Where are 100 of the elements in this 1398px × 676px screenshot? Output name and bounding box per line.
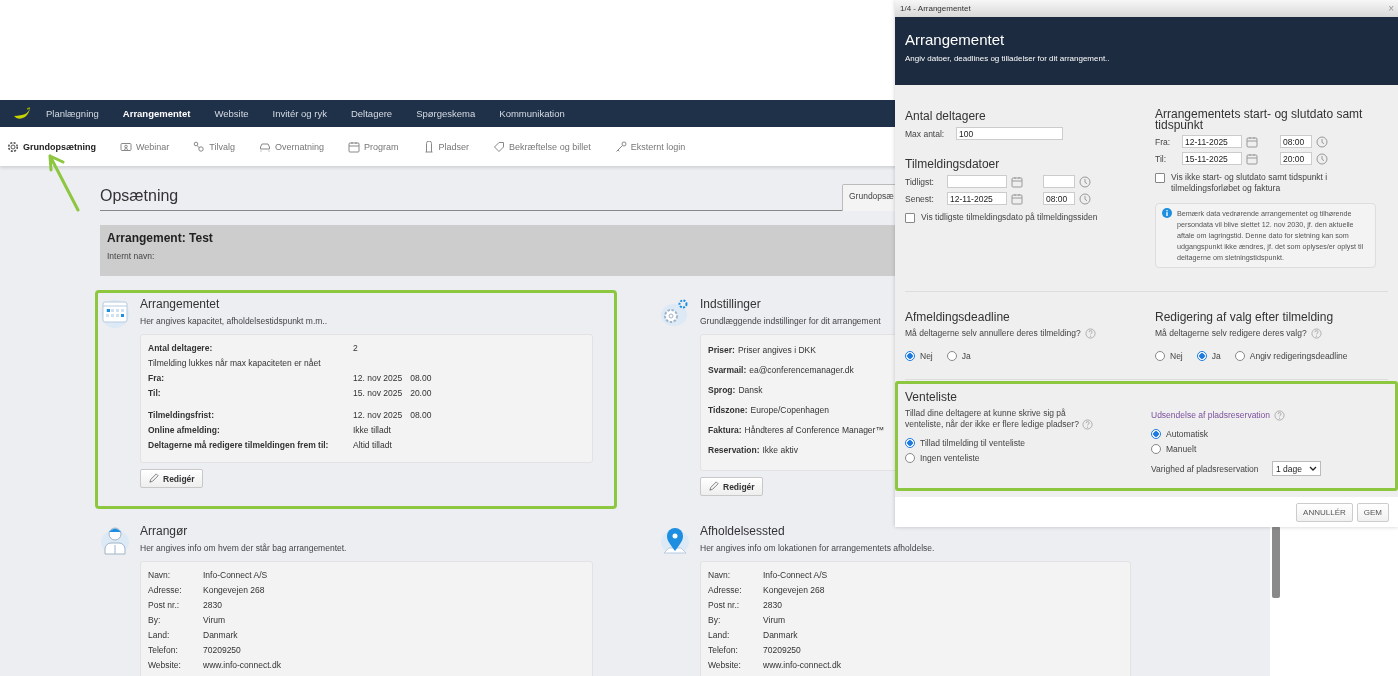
field-value: Virum <box>203 614 227 625</box>
duration-select[interactable]: 1 dage <box>1272 461 1321 476</box>
field-label: Tidligst: <box>905 176 935 187</box>
field-value: Priser angives i DKK <box>737 345 816 355</box>
subnav-item[interactable]: Grundopsætning <box>7 140 96 153</box>
subnav-item[interactable]: Webinar <box>120 140 170 153</box>
field-label: By: <box>708 614 722 625</box>
note-text: Tilmelding lukkes når max kapaciteten er nået <box>148 357 322 368</box>
checkbox[interactable]: Vis tidligste tilmeldingsdato på tilmeldingssiden <box>905 212 1155 223</box>
calendar-icon[interactable] <box>1011 175 1023 188</box>
question-text: Tillad dine deltagere at kunne skrive sig på venteliste, når der ikke er flere ledige pladser? <box>905 408 1079 429</box>
time-field[interactable] <box>1043 175 1075 188</box>
date-field[interactable]: 15-11-2025 <box>1182 152 1242 165</box>
field-label: Faktura: <box>708 425 742 435</box>
clock-icon[interactable] <box>1079 175 1091 188</box>
nav-item[interactable]: Deltagere <box>350 108 393 119</box>
field-value: 12. nov 2025 <box>353 409 403 420</box>
card-subtitle: Her angives info om hvem der står bag arrangementet. <box>140 543 347 553</box>
section-heading: Arrangementets start- og slutdato samt tidspunkt <box>1155 109 1364 131</box>
clock-icon[interactable] <box>1079 192 1091 205</box>
reservation-link[interactable]: Udsendelse af pladsreservation <box>1151 410 1271 421</box>
field-value: Europe/Copenhagen <box>750 405 829 415</box>
card-title: Indstillinger <box>700 297 761 311</box>
clock-icon[interactable] <box>1316 152 1328 165</box>
nav-item[interactable]: Invitér og ryk <box>272 108 327 119</box>
dialog-subtitle: Angiv datoer, deadlines og tilladelser for dit arrangement.. <box>905 54 1111 63</box>
field-value: Altid tilladt <box>353 439 392 450</box>
field-label: Senest: <box>905 193 935 204</box>
field-value: Ikke tilladt <box>353 424 391 435</box>
nav-item[interactable]: Spørgeskema <box>416 108 476 119</box>
radio-option[interactable]: Ja <box>946 351 971 361</box>
field-label: Svarmail: <box>708 365 747 375</box>
time-field[interactable]: 08:00 <box>1280 135 1312 148</box>
field-label: Land: <box>148 629 171 640</box>
field-label: Adresse: <box>708 584 743 595</box>
radio-option[interactable]: Manuelt <box>1151 444 1388 454</box>
card-subtitle: Her angives kapacitet, afholdelsestidspunkt m.m.. <box>140 316 328 326</box>
field-value: www.info-connect.dk <box>763 659 842 670</box>
help-icon <box>1081 419 1093 431</box>
radio-option[interactable]: Nej <box>1155 351 1183 361</box>
nav-item[interactable]: Kommunikation <box>499 108 565 119</box>
time-field[interactable]: 20:00 <box>1280 152 1312 165</box>
help-icon <box>1084 328 1096 339</box>
field-label: Til: <box>148 387 162 398</box>
person-icon <box>100 524 130 556</box>
field-label: Fra: <box>148 372 166 383</box>
subnav-item[interactable]: Tilvalg <box>193 140 236 153</box>
calendar-icon[interactable] <box>1011 192 1023 205</box>
field-value: Danmark <box>203 629 239 640</box>
field-label: Navn: <box>148 569 172 580</box>
pencil-icon <box>148 473 159 484</box>
subnav-item[interactable]: Eksternt login <box>614 140 686 153</box>
radio-option[interactable]: Ingen venteliste <box>905 453 1151 464</box>
date-field[interactable]: 12-11-2025 <box>947 192 1007 205</box>
field-value: Håndteres af Conference Manager™ <box>744 425 884 435</box>
field-label: Adresse: <box>148 584 183 595</box>
subnav-item[interactable]: Bekræftelse og billet <box>493 140 591 153</box>
page-title: Opsætning <box>100 187 842 211</box>
date-field[interactable] <box>947 175 1007 188</box>
field-label: Navn: <box>708 569 732 580</box>
radio-option[interactable]: Automatisk <box>1151 429 1388 439</box>
time-field[interactable]: 08:00 <box>1043 192 1075 205</box>
edit-button[interactable]: Redigér <box>700 477 763 496</box>
radio-option[interactable]: Nej <box>905 351 933 361</box>
subnav-item[interactable]: Overnatning <box>259 140 325 153</box>
radio-option[interactable]: Angiv redigeringsdeadline <box>1234 351 1348 361</box>
field-value: Ikke aktiv <box>762 445 798 455</box>
date-field[interactable]: 12-11-2025 <box>1182 135 1242 148</box>
dialog-button[interactable]: ANNULLÉR <box>1296 502 1353 522</box>
checkbox[interactable]: Vis ikke start- og slutdato samt tidspunkt i tilmeldingsforløbet og faktura <box>1155 172 1388 194</box>
dialog-button[interactable]: GEM <box>1356 502 1389 522</box>
field-value: 2830 <box>203 599 223 610</box>
section-heading: Tilmeldingsdatoer <box>905 157 1001 171</box>
nav-item[interactable]: Arrangementet <box>122 108 191 119</box>
subnav-item[interactable]: Program <box>348 140 399 153</box>
field-label: Varighed af pladsreservation <box>1151 463 1260 474</box>
key-icon <box>614 140 627 153</box>
nav-item[interactable]: Website <box>214 108 249 119</box>
clock-icon[interactable] <box>1316 135 1328 148</box>
card-title: Arrangør <box>140 524 188 538</box>
scrollbar-thumb[interactable] <box>1272 526 1280 598</box>
field-value: Info-Connect A/S <box>763 569 829 580</box>
field-label: Tidszone: <box>708 405 748 415</box>
calendar-icon[interactable] <box>1246 135 1258 148</box>
nav-item[interactable]: Planlægning <box>46 108 99 119</box>
field-value: www.info-connect.dk <box>203 659 282 670</box>
card-title: Afholdelsessted <box>700 524 785 538</box>
internal-name-label: Internt navn: <box>107 251 155 261</box>
nodes-icon <box>193 140 206 153</box>
help-icon <box>1310 328 1322 339</box>
calendar-icon[interactable] <box>1246 152 1258 165</box>
radio-option[interactable]: Ja <box>1196 351 1221 361</box>
section-heading: Antal deltagere <box>905 109 987 123</box>
radio-option[interactable]: Tillad tilmelding til venteliste <box>905 438 1151 449</box>
number-field[interactable]: 100 <box>956 127 1063 140</box>
edit-button[interactable]: Redigér <box>140 469 203 488</box>
field-value: 70209250 <box>203 644 242 655</box>
subnav-item[interactable]: Pladser <box>422 140 470 153</box>
section-heading: Afmeldingsdeadline <box>905 310 1011 324</box>
car-icon <box>259 140 272 153</box>
